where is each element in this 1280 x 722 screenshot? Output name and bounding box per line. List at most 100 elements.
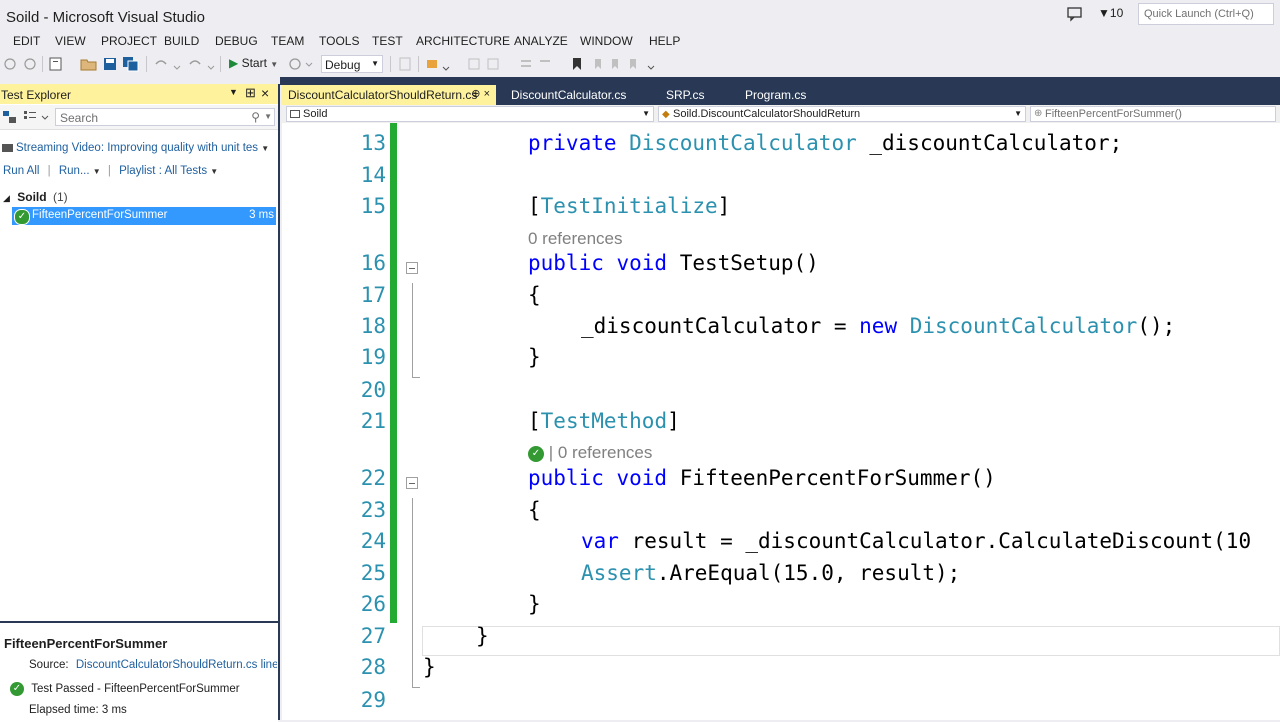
open-folder-icon[interactable] — [80, 56, 98, 72]
detail-test-name: FifteenPercentForSummer — [4, 636, 168, 651]
test-duration: 3 ms — [249, 209, 274, 221]
title-bar: Soild - Microsoft Visual Studio ▼10 Quic… — [0, 0, 1280, 34]
code-line-13: 13 private DiscountCalculator _discountC… — [360, 131, 1123, 155]
solution-config-dropdown[interactable]: Debug ▼ — [321, 55, 383, 73]
chevron-down-icon: ▼ — [270, 60, 279, 69]
menu-architecture[interactable]: ARCHITECTURE — [416, 34, 510, 48]
feedback-count[interactable]: ▼10 — [1098, 6, 1123, 20]
group-name: Soild — [17, 190, 47, 204]
code-line-25: 25 Assert.AreEqual(15.0, result); — [360, 561, 961, 585]
attach-process-icon[interactable] — [288, 56, 316, 72]
chevron-down-icon: ▼ — [92, 167, 103, 176]
detail-elapsed: Elapsed time: 3 ms — [29, 704, 127, 716]
standard-toolbar: ▶ Start ▼ Debug ▼ — [0, 52, 1280, 77]
group-by-icon[interactable] — [2, 109, 18, 125]
chevron-down-icon: ▼ — [261, 144, 270, 153]
codelens-references[interactable]: 0 references — [528, 229, 623, 249]
indent-icons[interactable] — [518, 56, 558, 72]
toolbar-separator — [220, 56, 221, 72]
collapse-icon[interactable] — [406, 477, 418, 489]
menu-help[interactable]: HELP — [649, 34, 680, 48]
pin-icon[interactable]: ⊞ — [245, 85, 256, 101]
bookmark-navigation-icons[interactable] — [592, 56, 656, 72]
search-icon[interactable]: ⚲ — [251, 110, 260, 124]
bookmark-icon[interactable] — [570, 56, 584, 72]
run-all-link[interactable]: Run All — [3, 165, 39, 177]
test-search-input[interactable]: Search ⚲ ▼ — [55, 108, 275, 126]
navigation-bar: Soild ▼ ◆ Soild.DiscountCalculatorShould… — [282, 105, 1280, 124]
passed-check-icon: ✓ — [10, 682, 24, 696]
undo-icon[interactable] — [152, 56, 182, 72]
navigate-back-forward-icon[interactable] — [4, 56, 38, 72]
test-name: FifteenPercentForSummer — [32, 209, 168, 221]
source-link[interactable]: DiscountCalculatorShouldReturn.cs line 2 — [76, 659, 277, 671]
codelens-references[interactable]: ✓ | 0 references — [528, 443, 652, 463]
playlist-dropdown[interactable]: Playlist : All Tests — [119, 165, 207, 177]
csharp-project-icon — [290, 110, 300, 118]
filter-flag-icon: ▼ — [1098, 6, 1110, 20]
code-line-15: 15 [TestInitialize] — [360, 194, 731, 218]
detail-source: Source: DiscountCalculatorShouldReturn.c… — [29, 659, 277, 671]
chevron-down-icon: ▼ — [1014, 109, 1022, 118]
new-project-icon[interactable] — [48, 56, 66, 72]
code-line-22: 22 public void FifteenPercentForSummer() — [360, 466, 996, 490]
tab-discountcalculator[interactable]: DiscountCalculator.cs — [505, 85, 632, 105]
toolbar-separator — [146, 56, 147, 72]
document-well-top — [280, 77, 1280, 85]
code-line-17: 17 { — [360, 283, 541, 307]
save-icon[interactable] — [102, 56, 118, 72]
start-debug-button[interactable]: ▶ Start ▼ — [229, 56, 278, 70]
group-count: (1) — [52, 190, 68, 204]
menu-view[interactable]: VIEW — [55, 34, 86, 48]
menu-build[interactable]: BUILD — [164, 34, 199, 48]
code-line-21: 21 [TestMethod] — [360, 409, 680, 433]
menu-project[interactable]: PROJECT — [101, 34, 157, 48]
panel-title: Test Explorer — [1, 88, 72, 102]
comment-tools-icon[interactable] — [425, 56, 453, 72]
code-line-29: 29 — [360, 688, 386, 712]
menu-test[interactable]: TEST — [372, 34, 403, 48]
tab-discountcalculatorshouldreturn[interactable]: DiscountCalculatorShouldReturn.cs ⊕ × — [282, 85, 496, 105]
menu-debug[interactable]: DEBUG — [215, 34, 258, 48]
save-all-icon[interactable] — [122, 56, 140, 72]
passed-check-icon: ✓ — [14, 209, 30, 225]
code-line-26: 26 } — [360, 592, 541, 616]
test-explorer-panel: Test Explorer ▼ ⊞ × Search ⚲ ▼ Streaming… — [0, 84, 280, 722]
window-title: Soild - Microsoft Visual Studio — [6, 9, 205, 26]
close-icon[interactable]: × — [261, 85, 269, 101]
streaming-video-link[interactable]: Streaming Video: Improving quality with … — [2, 142, 269, 154]
tab-pin-close-icon[interactable]: ⊕ × — [471, 87, 490, 100]
code-line-18: 18 _discountCalculator = new DiscountCal… — [360, 314, 1176, 338]
chevron-down-icon: ▼ — [371, 59, 379, 68]
filter-options-icon[interactable] — [22, 109, 50, 125]
expand-triangle-icon[interactable]: ◢ — [3, 193, 10, 203]
format-icons[interactable] — [466, 56, 506, 72]
run-dropdown[interactable]: Run... — [59, 165, 90, 177]
menu-tools[interactable]: TOOLS — [319, 34, 359, 48]
tab-program[interactable]: Program.cs — [739, 85, 812, 105]
menu-analyze[interactable]: ANALYZE — [514, 34, 568, 48]
test-group-row[interactable]: ◢ Soild (1) — [3, 190, 68, 204]
member-dropdown[interactable]: ⊕ FifteenPercentForSummer() — [1030, 106, 1276, 122]
class-dropdown[interactable]: ◆ Soild.DiscountCalculatorShouldReturn ▼ — [658, 106, 1026, 122]
run-bar: Run All | Run... ▼ | Playlist : All Test… — [3, 165, 218, 177]
notification-icon[interactable] — [1066, 6, 1084, 22]
redo-icon[interactable] — [186, 56, 216, 72]
video-icon — [2, 143, 13, 152]
code-line-27: 27 } — [360, 624, 489, 648]
test-item-selected[interactable]: ✓ FifteenPercentForSummer 3 ms — [12, 207, 276, 225]
menu-edit[interactable]: EDIT — [13, 34, 40, 48]
code-line-16: 16 public void TestSetup() — [360, 251, 819, 275]
chevron-down-icon[interactable]: ▼ — [264, 112, 272, 121]
panel-menu-icon[interactable]: ▼ — [229, 87, 238, 97]
collapse-icon[interactable] — [406, 262, 418, 274]
find-icon[interactable] — [398, 56, 412, 72]
tab-srp[interactable]: SRP.cs — [660, 85, 710, 105]
quick-launch-input[interactable]: Quick Launch (Ctrl+Q) — [1138, 3, 1274, 25]
divider: | — [107, 165, 111, 177]
code-editor[interactable]: 13 private DiscountCalculator _discountC… — [282, 123, 1280, 720]
menu-team[interactable]: TEAM — [271, 34, 304, 48]
menu-window[interactable]: WINDOW — [580, 34, 633, 48]
project-dropdown[interactable]: Soild ▼ — [286, 106, 654, 122]
code-line-19: 19 } — [360, 345, 541, 369]
